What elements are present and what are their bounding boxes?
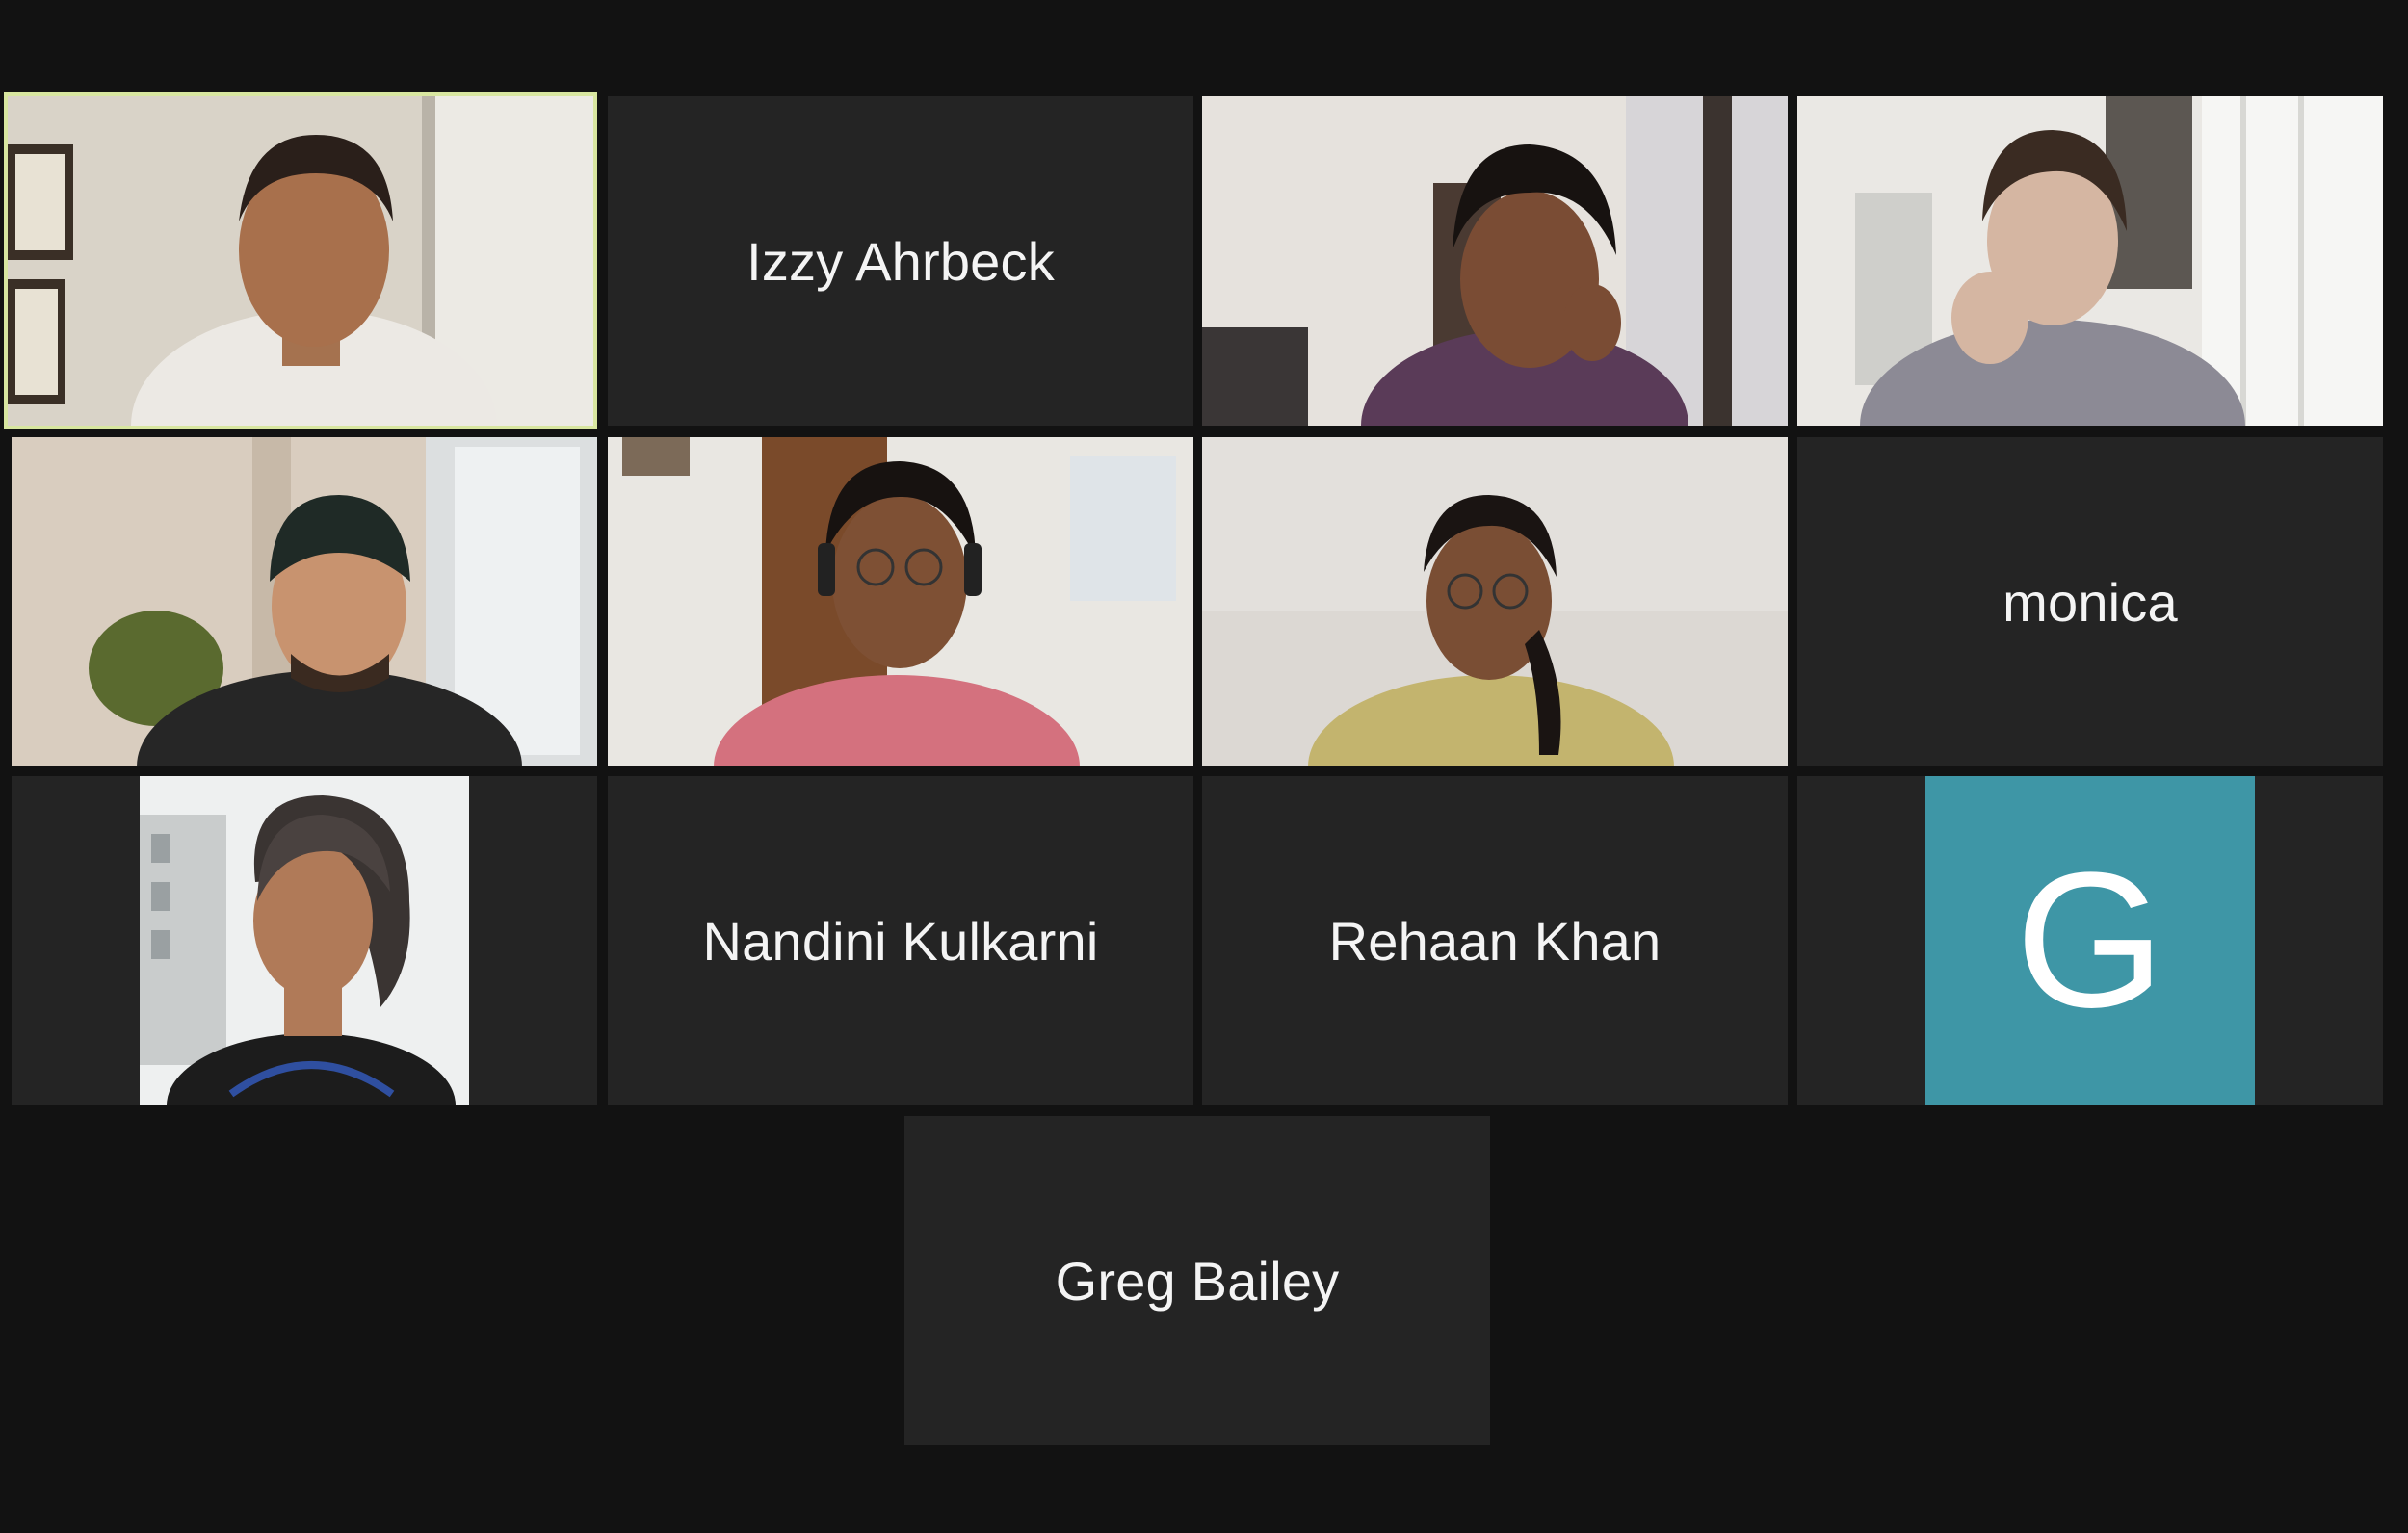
participant-name: Greg Bailey <box>1055 1250 1340 1312</box>
participant-tile-video[interactable] <box>1797 96 2383 426</box>
participant-avatar: G <box>1925 776 2255 1105</box>
participant-tile-video[interactable] <box>1202 96 1788 426</box>
participant-video-woman-glasses <box>1202 437 1788 766</box>
participant-tile-izzy[interactable]: Izzy Ahrbeck <box>608 96 1193 426</box>
participant-name: Nandini Kulkarni <box>702 910 1099 972</box>
participant-video-woman-earphones <box>1202 96 1788 426</box>
participant-tile-greg[interactable]: Greg Bailey <box>904 1116 1490 1445</box>
gallery-view: Izzy Ahrbeck monica Nandini Kulkarni Reh… <box>0 0 2408 1533</box>
participant-tile-active-speaker[interactable] <box>4 92 597 429</box>
participant-video-man-beanie <box>12 437 597 766</box>
participant-tile-rehaan[interactable]: Rehaan Khan <box>1202 776 1788 1105</box>
participant-video-woman-window <box>1797 96 2383 426</box>
participant-tile-nandini[interactable]: Nandini Kulkarni <box>608 776 1193 1105</box>
participant-video-man-white-shirt <box>8 96 593 426</box>
participant-name: Izzy Ahrbeck <box>746 230 1055 292</box>
participant-profile-photo <box>140 776 469 1105</box>
participant-video-man-headphones <box>608 437 1193 766</box>
participant-tile-photo[interactable] <box>12 776 597 1105</box>
participant-tile-video[interactable] <box>12 437 597 766</box>
participant-tile-video[interactable] <box>608 437 1193 766</box>
participant-tile-monica[interactable]: monica <box>1797 437 2383 766</box>
participant-name: Rehaan Khan <box>1328 910 1662 972</box>
participant-tile-avatar[interactable]: G <box>1797 776 2383 1105</box>
participant-name: monica <box>2002 571 2178 633</box>
participant-tile-video[interactable] <box>1202 437 1788 766</box>
